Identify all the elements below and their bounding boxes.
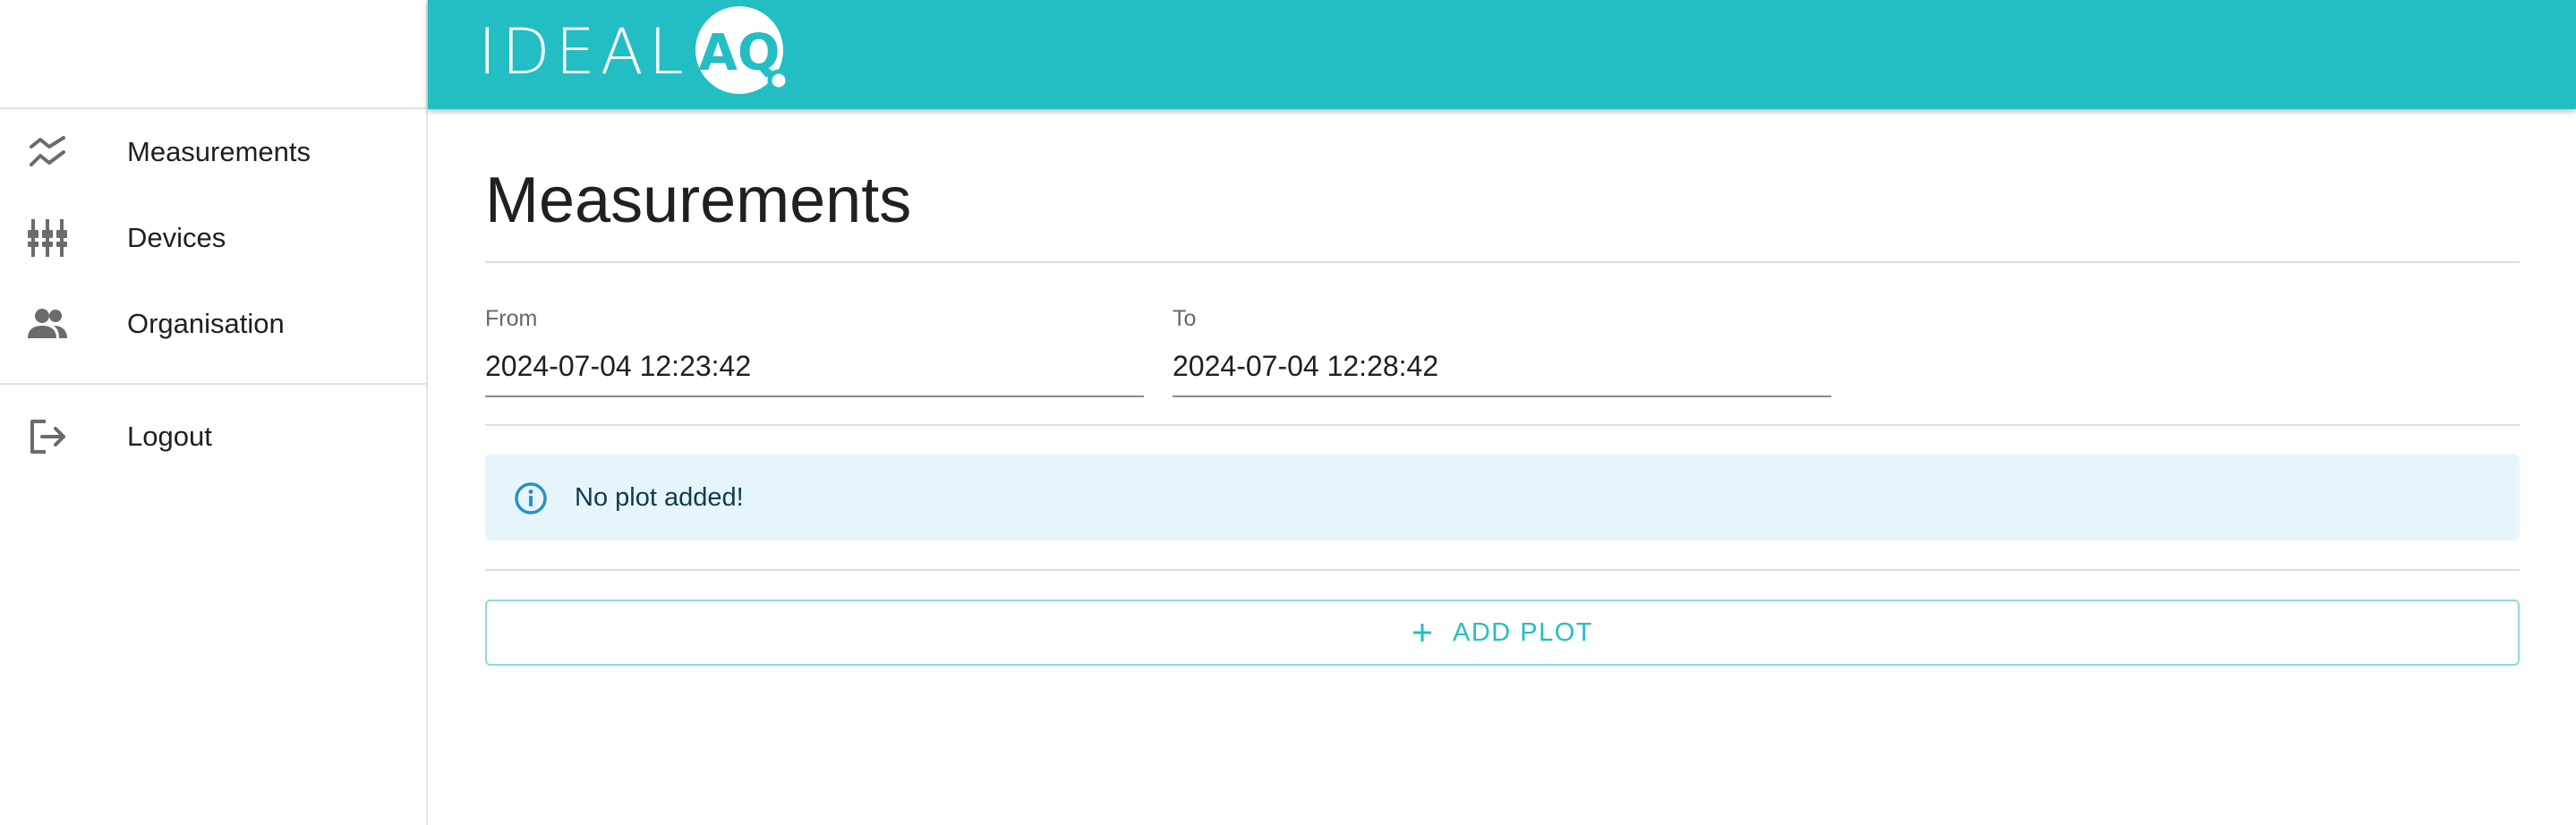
brand-logo[interactable]: IDEAL AQ bbox=[478, 5, 793, 97]
info-alert: No plot added! bbox=[485, 455, 2520, 540]
info-text: No plot added! bbox=[575, 482, 744, 512]
page-title: Measurements bbox=[485, 165, 912, 236]
main-content: Measurements From 2024-07-04 12:23:42 To… bbox=[485, 109, 2520, 666]
sidebar: Measurements Devices Organisation Logout bbox=[0, 0, 428, 825]
to-label: To bbox=[1173, 306, 1197, 331]
sidebar-item-logout[interactable]: Logout bbox=[0, 394, 426, 480]
info-divider bbox=[485, 569, 2520, 571]
sidebar-item-devices[interactable]: Devices bbox=[0, 195, 426, 281]
from-label: From bbox=[485, 306, 538, 331]
sidebar-item-label: Organisation bbox=[127, 308, 285, 339]
add-plot-button[interactable]: ADD PLOT bbox=[485, 600, 2520, 666]
sidebar-item-organisation[interactable]: Organisation bbox=[0, 281, 426, 367]
measurements-chart-icon bbox=[27, 132, 68, 173]
logo-text: IDEAL bbox=[478, 15, 689, 89]
from-input[interactable]: 2024-07-04 12:23:42 bbox=[485, 350, 1144, 397]
top-app-bar: IDEAL AQ bbox=[428, 0, 2576, 109]
sidebar-item-measurements[interactable]: Measurements bbox=[0, 109, 426, 195]
sidebar-item-label: Devices bbox=[127, 222, 226, 253]
devices-sliders-icon bbox=[27, 217, 68, 259]
logout-icon bbox=[27, 416, 68, 457]
from-date-field[interactable]: From 2024-07-04 12:23:42 bbox=[485, 306, 1144, 397]
sidebar-divider bbox=[0, 383, 426, 385]
plus-icon bbox=[1412, 622, 1433, 643]
sidebar-header bbox=[0, 0, 426, 109]
sidebar-item-label: Measurements bbox=[127, 136, 311, 167]
people-icon bbox=[27, 303, 68, 344]
to-date-field[interactable]: To 2024-07-04 12:28:42 bbox=[1173, 306, 1831, 397]
date-range: From 2024-07-04 12:23:42 To 2024-07-04 1… bbox=[485, 263, 2520, 424]
info-icon bbox=[514, 481, 548, 520]
to-input[interactable]: 2024-07-04 12:28:42 bbox=[1173, 350, 1831, 397]
sidebar-item-label: Logout bbox=[127, 421, 212, 452]
logo-badge-icon: AQ bbox=[695, 4, 793, 101]
add-plot-label: ADD PLOT bbox=[1452, 617, 1594, 647]
date-divider bbox=[485, 424, 2520, 426]
app-root: Measurements Devices Organisation Logout… bbox=[0, 0, 2576, 825]
sidebar-nav: Measurements Devices Organisation Logout bbox=[0, 109, 426, 480]
